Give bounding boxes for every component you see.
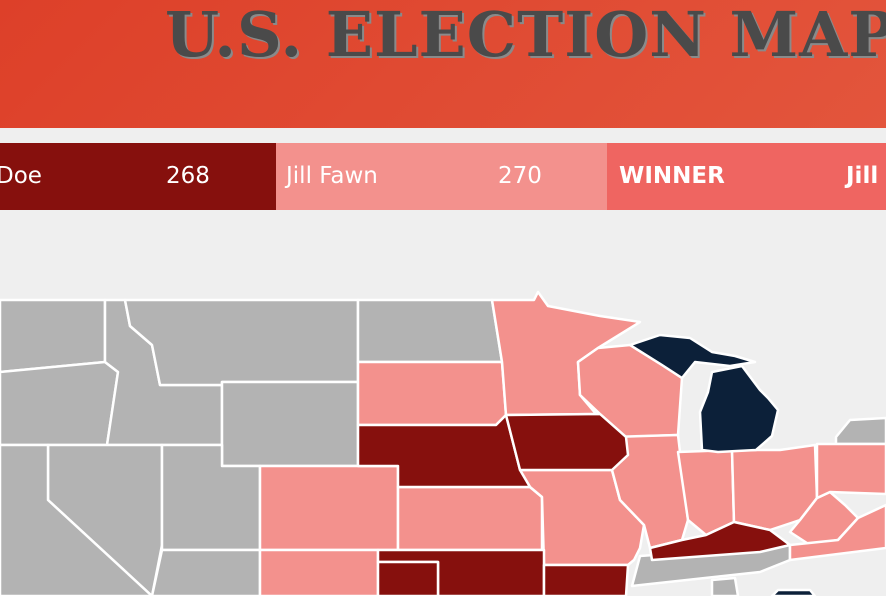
candidate-a-name: Doe <box>0 163 42 189</box>
candidate-b-votes: 270 <box>498 163 542 189</box>
us-map <box>0 210 886 596</box>
scoreboard: Doe 268 Jill Fawn 270 WINNER Jill <box>0 143 886 210</box>
state-colorado[interactable] <box>258 464 400 552</box>
page-title: U.S. ELECTION MAP <box>165 0 886 71</box>
state-south-dakota[interactable] <box>356 360 508 427</box>
candidate-a-bar[interactable]: Doe 268 <box>0 143 276 210</box>
state-arizona[interactable] <box>150 548 262 596</box>
state-new-mexico-partial[interactable] <box>258 548 380 596</box>
winner-bar[interactable]: WINNER Jill <box>607 143 886 210</box>
winner-name: Jill <box>846 163 879 189</box>
divider <box>0 128 886 143</box>
candidate-b-name: Jill Fawn <box>286 163 378 189</box>
state-wyoming[interactable] <box>220 380 360 468</box>
state-washington[interactable] <box>0 298 107 374</box>
state-montana[interactable] <box>123 298 360 387</box>
state-texas-panhandle[interactable] <box>376 560 440 596</box>
state-gulf-partial[interactable] <box>770 588 817 596</box>
state-alabama-partial[interactable] <box>710 576 740 596</box>
candidate-b-bar[interactable]: Jill Fawn 270 <box>276 143 607 210</box>
state-new-york-partial[interactable] <box>815 442 886 500</box>
state-kansas[interactable] <box>396 485 544 552</box>
state-north-dakota[interactable] <box>356 298 504 364</box>
winner-label: WINNER <box>619 163 725 189</box>
state-pennsylvania[interactable] <box>834 416 886 446</box>
state-iowa[interactable] <box>504 412 630 472</box>
candidate-a-votes: 268 <box>166 163 210 189</box>
state-oregon[interactable] <box>0 360 120 447</box>
header: U.S. ELECTION MAP <box>0 0 886 128</box>
state-arkansas[interactable] <box>542 563 630 596</box>
